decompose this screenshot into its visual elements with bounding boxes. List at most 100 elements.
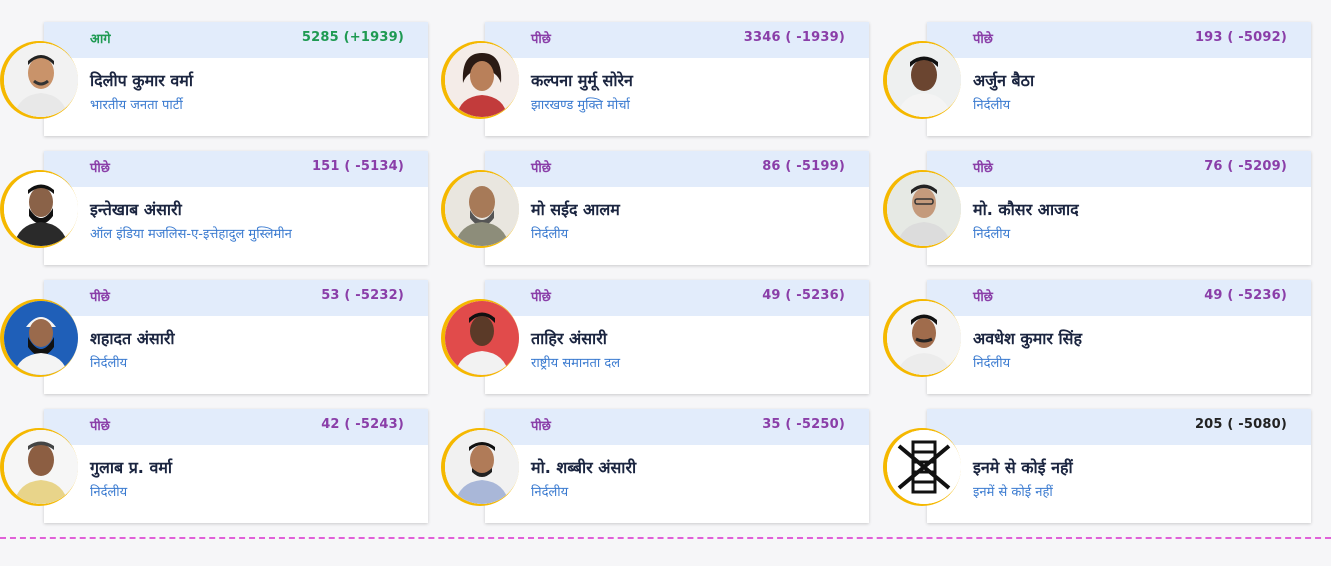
party-name: निर्दलीय xyxy=(973,356,1011,371)
card-body: 205 ( -5080) इनमे से कोई नहीं इनमें से क… xyxy=(927,409,1311,523)
vote-count: 42 ( -5243) xyxy=(321,417,404,432)
card-body: पीछे 86 ( -5199) मो सईद आलम निर्दलीय xyxy=(485,151,869,265)
avatar xyxy=(0,428,78,506)
vote-count: 35 ( -5250) xyxy=(762,417,845,432)
party-name: निर्दलीय xyxy=(90,356,128,371)
avatar xyxy=(883,170,961,248)
vote-count: 53 ( -5232) xyxy=(321,288,404,303)
candidate-photo-icon xyxy=(445,301,519,375)
avatar xyxy=(883,299,961,377)
candidate-card[interactable]: पीछे 76 ( -5209) मो. कौसर आजाद निर्दलीय xyxy=(883,151,1325,265)
card-header: पीछे 3346 ( -1939) xyxy=(485,22,869,58)
candidate-card[interactable]: पीछे 86 ( -5199) मो सईद आलम निर्दलीय xyxy=(441,151,883,265)
party-name: इनमें से कोई नहीं xyxy=(973,485,1053,500)
card-body: आगे 5285 (+1939) दिलीप कुमार वर्मा भारती… xyxy=(44,22,428,136)
status-label: पीछे xyxy=(90,419,110,434)
card-header: पीछे 151 ( -5134) xyxy=(44,151,428,187)
status-label: पीछे xyxy=(531,419,551,434)
candidate-photo-icon xyxy=(887,301,961,375)
card-header: आगे 5285 (+1939) xyxy=(44,22,428,58)
vote-count: 151 ( -5134) xyxy=(311,159,404,174)
candidate-name: दिलीप कुमार वर्मा xyxy=(90,71,194,90)
vote-count: 76 ( -5209) xyxy=(1204,159,1287,174)
candidate-card[interactable]: पीछे 49 ( -5236) अवधेश कुमार सिंह निर्दल… xyxy=(883,280,1325,394)
candidate-name: इन्तेखाब अंसारी xyxy=(90,200,182,219)
candidate-card[interactable]: पीछे 193 ( -5092) अर्जुन बैठा निर्दलीय xyxy=(883,22,1325,136)
candidate-card[interactable]: पीछे 151 ( -5134) इन्तेखाब अंसारी ऑल इंड… xyxy=(0,151,442,265)
card-body: पीछे 151 ( -5134) इन्तेखाब अंसारी ऑल इंड… xyxy=(44,151,428,265)
party-name: निर्दलीय xyxy=(973,98,1011,113)
candidate-card[interactable]: पीछे 49 ( -5236) ताहिर अंसारी राष्ट्रीय … xyxy=(441,280,883,394)
candidate-card[interactable]: पीछे 35 ( -5250) मो. शब्बीर अंसारी निर्द… xyxy=(441,409,883,523)
party-name: भारतीय जनता पार्टी xyxy=(90,98,183,113)
card-header: पीछे 49 ( -5236) xyxy=(927,280,1311,316)
avatar xyxy=(883,41,961,119)
avatar xyxy=(0,170,78,248)
candidate-name: अवधेश कुमार सिंह xyxy=(973,329,1082,348)
candidate-photo-icon xyxy=(4,430,78,504)
candidate-photo-icon xyxy=(887,43,961,117)
party-name: निर्दलीय xyxy=(531,485,569,500)
avatar xyxy=(441,428,519,506)
card-header: पीछे 42 ( -5243) xyxy=(44,409,428,445)
candidate-photo-icon xyxy=(4,43,78,117)
party-name: निर्दलीय xyxy=(531,227,569,242)
vote-count: 49 ( -5236) xyxy=(1204,288,1287,303)
vote-count: 3346 ( -1939) xyxy=(743,30,845,45)
vote-count: 193 ( -5092) xyxy=(1194,30,1287,45)
card-header: पीछे 193 ( -5092) xyxy=(927,22,1311,58)
party-name: निर्दलीय xyxy=(90,485,128,500)
avatar xyxy=(441,41,519,119)
status-label: पीछे xyxy=(531,161,551,176)
candidate-photo-icon xyxy=(445,172,519,246)
section-divider xyxy=(0,537,1331,539)
candidate-name: मो. शब्बीर अंसारी xyxy=(531,458,637,477)
party-name: ऑल इंडिया मजलिस-ए-इत्तेहादुल मुस्लिमीन xyxy=(90,227,292,242)
candidate-name: गुलाब प्र. वर्मा xyxy=(90,458,173,477)
candidate-photo-icon xyxy=(445,43,519,117)
card-body: पीछे 193 ( -5092) अर्जुन बैठा निर्दलीय xyxy=(927,22,1311,136)
candidate-card[interactable]: 205 ( -5080) इनमे से कोई नहीं इनमें से क… xyxy=(883,409,1325,523)
card-body: पीछे 49 ( -5236) ताहिर अंसारी राष्ट्रीय … xyxy=(485,280,869,394)
vote-count: 49 ( -5236) xyxy=(762,288,845,303)
vote-count: 86 ( -5199) xyxy=(762,159,845,174)
candidate-photo-icon xyxy=(887,172,961,246)
candidate-name: कल्पना मुर्मू सोरेन xyxy=(531,71,633,90)
avatar xyxy=(0,41,78,119)
card-header: पीछे 76 ( -5209) xyxy=(927,151,1311,187)
candidate-name: अर्जुन बैठा xyxy=(973,71,1035,90)
vote-count: 5285 (+1939) xyxy=(301,30,404,45)
candidate-grid: आगे 5285 (+1939) दिलीप कुमार वर्मा भारती… xyxy=(0,0,1331,530)
candidate-name: मो सईद आलम xyxy=(531,200,620,219)
party-name: झारखण्ड मुक्ति मोर्चा xyxy=(531,98,630,113)
card-body: पीछे 42 ( -5243) गुलाब प्र. वर्मा निर्दल… xyxy=(44,409,428,523)
candidate-card[interactable]: पीछे 53 ( -5232) शहादत अंसारी निर्दलीय xyxy=(0,280,442,394)
status-label: पीछे xyxy=(90,290,110,305)
party-name: निर्दलीय xyxy=(973,227,1011,242)
status-label: पीछे xyxy=(531,32,551,47)
card-header: पीछे 35 ( -5250) xyxy=(485,409,869,445)
nota-icon xyxy=(887,430,961,504)
candidate-card[interactable]: आगे 5285 (+1939) दिलीप कुमार वर्मा भारती… xyxy=(0,22,442,136)
card-header: 205 ( -5080) xyxy=(927,409,1311,445)
card-body: पीछे 53 ( -5232) शहादत अंसारी निर्दलीय xyxy=(44,280,428,394)
candidate-card[interactable]: पीछे 3346 ( -1939) कल्पना मुर्मू सोरेन झ… xyxy=(441,22,883,136)
status-label: पीछे xyxy=(973,290,993,305)
party-name: राष्ट्रीय समानता दल xyxy=(531,356,621,371)
card-header: पीछे 86 ( -5199) xyxy=(485,151,869,187)
candidate-card[interactable]: पीछे 42 ( -5243) गुलाब प्र. वर्मा निर्दल… xyxy=(0,409,442,523)
candidate-photo-icon xyxy=(445,430,519,504)
avatar xyxy=(441,170,519,248)
status-label: पीछे xyxy=(531,290,551,305)
candidate-name: इनमे से कोई नहीं xyxy=(973,458,1073,477)
card-body: पीछे 35 ( -5250) मो. शब्बीर अंसारी निर्द… xyxy=(485,409,869,523)
status-label: पीछे xyxy=(973,32,993,47)
status-label: आगे xyxy=(90,32,111,47)
candidate-name: ताहिर अंसारी xyxy=(531,329,607,348)
candidate-name: शहादत अंसारी xyxy=(90,329,175,348)
status-label: पीछे xyxy=(973,161,993,176)
avatar xyxy=(0,299,78,377)
card-body: पीछे 3346 ( -1939) कल्पना मुर्मू सोरेन झ… xyxy=(485,22,869,136)
avatar xyxy=(883,428,961,506)
candidate-photo-icon xyxy=(4,301,78,375)
